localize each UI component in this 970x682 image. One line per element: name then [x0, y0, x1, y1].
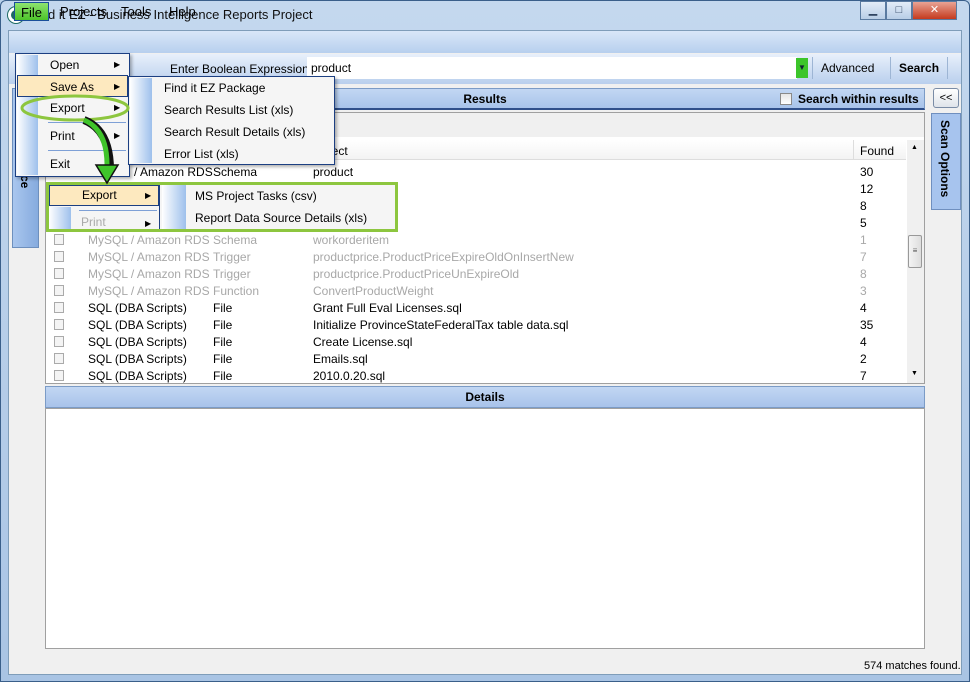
- search-within-label: Search within results: [798, 92, 919, 106]
- cell-type: File: [213, 352, 233, 366]
- scrollbar-thumb[interactable]: ≡: [908, 235, 922, 268]
- cell-source: MySQL / Amazon RDS: [88, 250, 210, 264]
- results-title: Results: [463, 92, 507, 106]
- row-checkbox[interactable]: [54, 370, 64, 381]
- row-checkbox[interactable]: [54, 268, 64, 279]
- search-button[interactable]: Search: [890, 57, 949, 79]
- row-checkbox[interactable]: [54, 319, 64, 330]
- cell-object: Emails.sql: [313, 352, 368, 366]
- cell-type: File: [213, 335, 233, 349]
- annotation-overlay: [20, 94, 130, 185]
- arrow-head-icon: [94, 164, 120, 185]
- table-row[interactable]: SQL (DBA Scripts) File Create License.sq…: [46, 333, 906, 350]
- advanced-button[interactable]: Advanced: [812, 57, 882, 79]
- cell-type: Trigger: [213, 250, 251, 264]
- column-divider: [853, 140, 854, 160]
- row-checkbox[interactable]: [54, 234, 64, 245]
- minimize-button[interactable]: ▁: [860, 1, 886, 20]
- cell-object: Initialize ProvinceStateFederalTax table…: [313, 318, 569, 332]
- column-header-found[interactable]: Found: [860, 144, 894, 158]
- cell-object: Grant Full Eval Licenses.sql: [313, 301, 462, 315]
- cell-source: MySQL / Amazon RDS: [88, 267, 210, 281]
- cell-found: 8: [860, 199, 867, 213]
- table-row[interactable]: MySQL / Amazon RDS Function ConvertProdu…: [46, 282, 906, 299]
- close-button[interactable]: ✕: [912, 1, 957, 20]
- cell-object: Create License.sql: [313, 335, 413, 349]
- dropdown-arrow-icon[interactable]: ▼: [796, 58, 808, 78]
- cell-object: productprice.ProductPriceUnExpireOld: [313, 267, 520, 281]
- maximize-button[interactable]: □: [886, 1, 912, 20]
- cell-type: File: [213, 318, 233, 332]
- details-title: Details: [465, 390, 505, 404]
- row-checkbox[interactable]: [54, 353, 64, 364]
- cell-type: Function: [213, 284, 260, 298]
- cell-found: 35: [860, 318, 874, 332]
- cell-found: 30: [860, 165, 874, 179]
- menu-item-report-data-source-details[interactable]: Report Data Source Details (xls): [195, 207, 367, 229]
- table-row[interactable]: SQL (DBA Scripts) File Emails.sql 2: [46, 350, 906, 367]
- search-within-checkbox[interactable]: [780, 93, 792, 105]
- cell-object: productprice.ProductPriceExpireOldOnInse…: [313, 250, 574, 264]
- table-row[interactable]: SQL (DBA Scripts) File 2010.0.20.sql 7: [46, 367, 906, 384]
- details-pane: [45, 408, 925, 649]
- cell-found: 4: [860, 335, 867, 349]
- cell-type: Trigger: [213, 267, 251, 281]
- table-row[interactable]: MySQL / Amazon RDS Trigger productprice.…: [46, 265, 906, 282]
- row-checkbox[interactable]: [54, 302, 64, 313]
- cell-source: SQL (DBA Scripts): [88, 352, 187, 366]
- cell-found: 2: [860, 352, 867, 366]
- cell-object: workorderitem: [313, 233, 390, 247]
- cell-source: SQL (DBA Scripts): [88, 369, 187, 383]
- cell-type: File: [213, 301, 233, 315]
- search-within-results[interactable]: Search within results: [780, 92, 919, 106]
- row-checkbox[interactable]: [54, 336, 64, 347]
- cell-found: 7: [860, 250, 867, 264]
- status-text: 574 matches found.: [864, 660, 961, 672]
- table-row[interactable]: MySQL / Amazon RDS Schema workorderitem …: [46, 231, 906, 248]
- table-row[interactable]: MySQL / Amazon RDS Trigger productprice.…: [46, 248, 906, 265]
- cell-found: 12: [860, 182, 874, 196]
- cell-source: MySQL / Amazon RDS: [88, 284, 210, 298]
- cell-found: 7: [860, 369, 867, 383]
- scan-options-tab[interactable]: Scan Options: [931, 113, 961, 210]
- cell-source: SQL (DBA Scripts): [88, 301, 187, 315]
- cell-found: 8: [860, 267, 867, 281]
- cell-type: File: [213, 369, 233, 383]
- cell-source: SQL (DBA Scripts): [88, 318, 187, 332]
- cell-found: 3: [860, 284, 867, 298]
- callout-print-item: Print: [81, 215, 106, 229]
- scan-options-label: Scan Options: [938, 120, 952, 198]
- scroll-down-icon[interactable]: ▼: [911, 370, 918, 377]
- cell-object: 2010.0.20.sql: [313, 369, 386, 383]
- highlight-ellipse: [20, 94, 130, 122]
- scroll-up-icon[interactable]: ▲: [911, 144, 918, 151]
- cell-found: 1: [860, 233, 867, 247]
- cell-source: SQL (DBA Scripts): [88, 335, 187, 349]
- row-checkbox[interactable]: [54, 285, 64, 296]
- cell-type: Schema: [213, 233, 258, 247]
- menu-gradient-strip: [49, 207, 71, 229]
- cell-source: MySQL / Amazon RDS: [88, 233, 210, 247]
- details-header: Details: [45, 386, 925, 408]
- cell-found: 5: [860, 216, 867, 230]
- cell-object: ConvertProductWeight: [313, 284, 434, 298]
- submenu-arrow-icon: ▶: [145, 219, 152, 228]
- cell-found: 4: [860, 301, 867, 315]
- arrow-icon: [82, 117, 110, 169]
- collapse-button[interactable]: <<: [933, 88, 959, 108]
- row-checkbox[interactable]: [54, 251, 64, 262]
- table-row[interactable]: SQL (DBA Scripts) File Grant Full Eval L…: [46, 299, 906, 316]
- table-row[interactable]: SQL (DBA Scripts) File Initialize Provin…: [46, 316, 906, 333]
